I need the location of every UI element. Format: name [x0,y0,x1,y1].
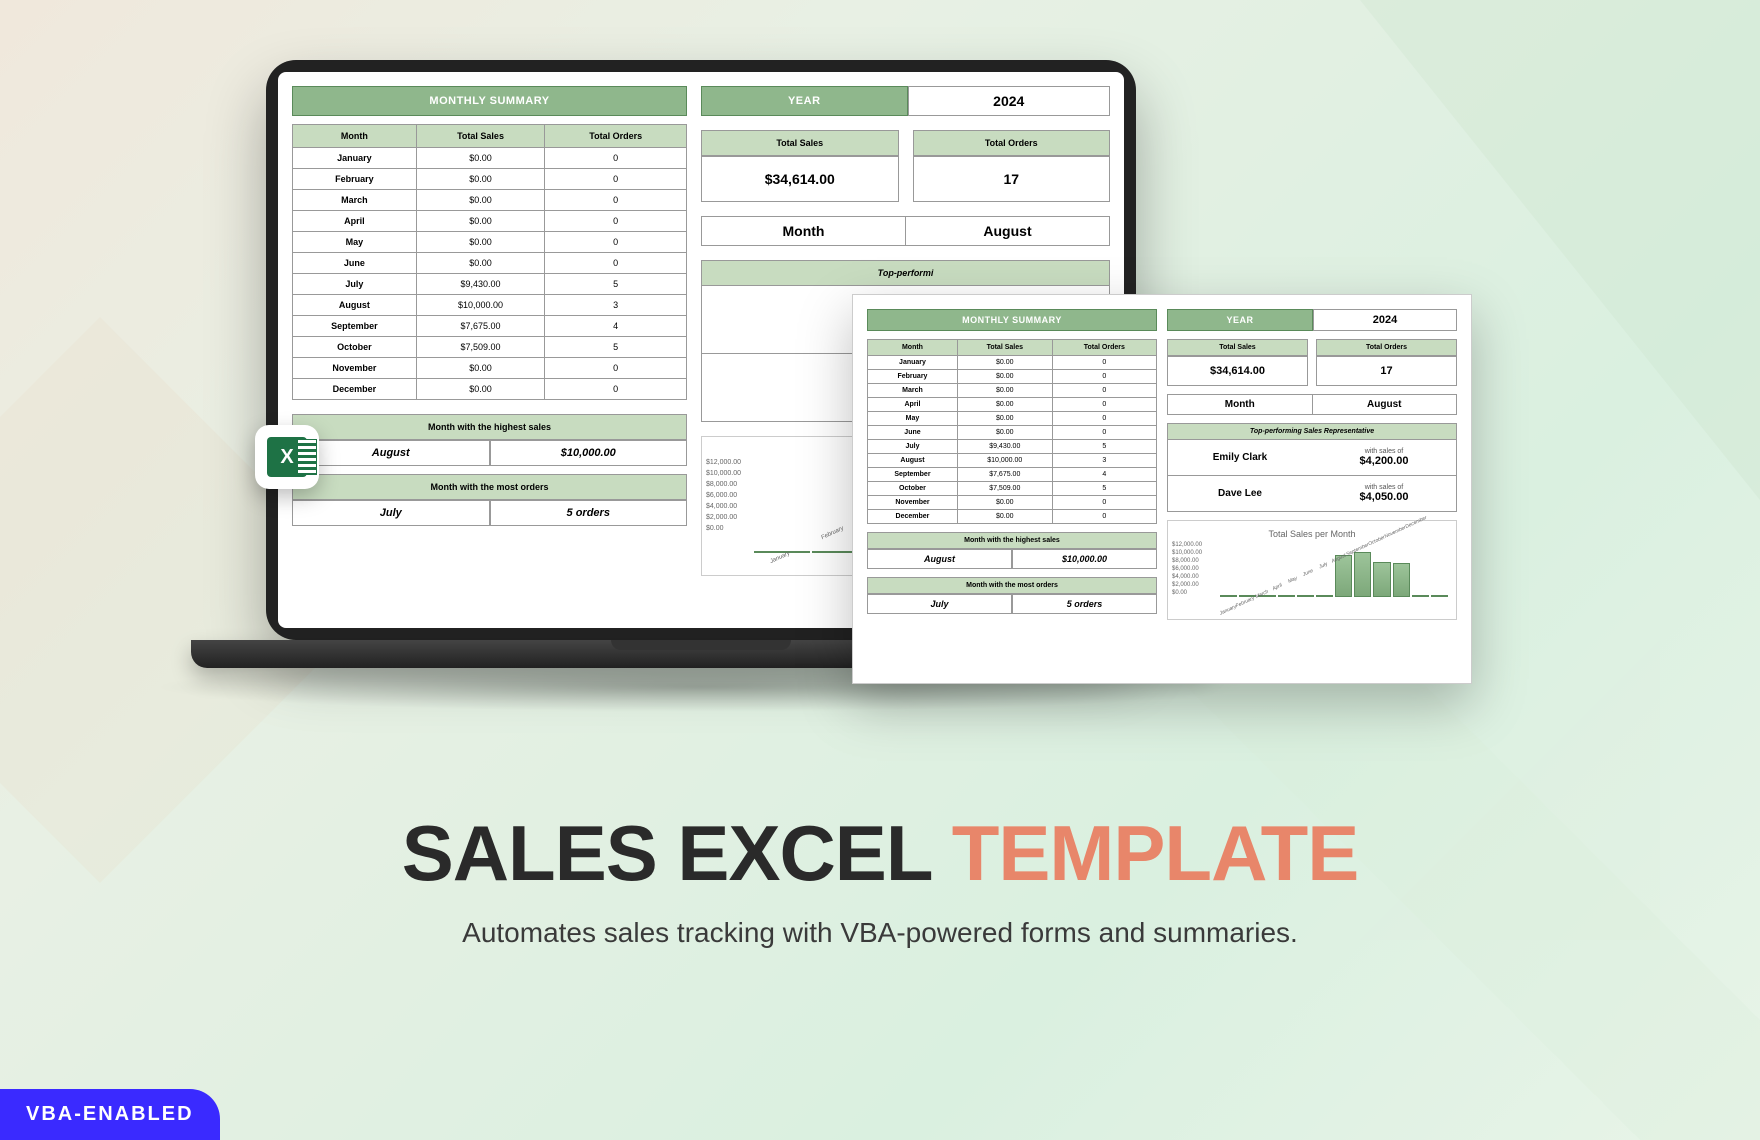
highest-month: August [292,440,490,466]
month-value[interactable]: August [905,217,1109,245]
table-row: December$0.000 [868,510,1157,524]
table-row: November$0.000 [293,358,687,379]
table-row: September$7,675.004 [293,316,687,337]
card-top-rep-header: Top-performing Sales Representative [1167,423,1457,440]
table-row: November$0.000 [868,496,1157,510]
top-rep-header: Top-performi [701,260,1110,286]
col-month: Month [293,125,417,148]
table-row: March$0.000 [868,384,1157,398]
subtitle: Automates sales tracking with VBA-powere… [0,917,1760,949]
highest-sales-label: Month with the highest sales [292,414,687,440]
title-part-2: TEMPLATE [952,809,1359,897]
table-row: September$7,675.004 [868,468,1157,482]
card-sales-chart: Total Sales per Month $12,000.00$10,000.… [1167,520,1457,620]
excel-icon-letter: X [267,437,307,477]
table-row: May$0.000 [868,412,1157,426]
product-title: SALES EXCEL TEMPLATE Automates sales tra… [0,808,1760,949]
table-row: February$0.000 [868,370,1157,384]
card-most-orders-label: Month with the most orders [867,577,1157,594]
table-row: January$0.000 [293,148,687,169]
total-orders-value: 17 [913,156,1111,202]
col-orders: Total Orders [545,125,687,148]
col-sales: Total Sales [416,125,545,148]
table-row: October$7,509.005 [293,337,687,358]
table-row: March$0.000 [293,190,687,211]
floating-card: MONTHLY SUMMARY Month Total Sales Total … [852,294,1472,684]
highest-value: $10,000.00 [490,440,688,466]
vba-enabled-badge: VBA-ENABLED [0,1089,220,1140]
most-orders-month: July [292,500,490,526]
monthly-summary-header: MONTHLY SUMMARY [292,86,687,116]
card-summary-header: MONTHLY SUMMARY [867,309,1157,331]
table-row: July$9,430.005 [293,274,687,295]
table-row: January$0.000 [868,356,1157,370]
most-orders-label: Month with the most orders [292,474,687,500]
year-label: YEAR [701,86,908,116]
table-row: February$0.000 [293,169,687,190]
table-row: July$9,430.005 [868,440,1157,454]
card-summary-table: Month Total Sales Total Orders January$0… [867,339,1157,524]
year-value[interactable]: 2024 [908,86,1111,116]
card-chart-y-axis: $12,000.00$10,000.00$8,000.00$6,000.00$4… [1172,541,1202,597]
table-row: April$0.000 [868,398,1157,412]
title-part-1: SALES EXCEL [402,809,952,897]
most-orders-value: 5 orders [490,500,688,526]
table-row: August$10,000.003 [293,295,687,316]
table-row: August$10,000.003 [868,454,1157,468]
table-row: May$0.000 [293,232,687,253]
month-label: Month [702,217,905,245]
table-row: October$7,509.005 [868,482,1157,496]
table-row: June$0.000 [868,426,1157,440]
card-highest-label: Month with the highest sales [867,532,1157,549]
summary-tbody: January$0.000February$0.000March$0.000Ap… [293,148,687,400]
total-sales-label: Total Sales [701,130,899,156]
excel-app-icon: X [255,425,319,489]
total-orders-label: Total Orders [913,130,1111,156]
table-row: December$0.000 [293,379,687,400]
summary-table: Month Total Sales Total Orders January$0… [292,124,687,400]
total-sales-value: $34,614.00 [701,156,899,202]
table-row: June$0.000 [293,253,687,274]
card-summary-tbody: January$0.000February$0.000March$0.000Ap… [868,356,1157,524]
card-chart-bars [1220,543,1448,597]
chart-y-axis: $12,000.00$10,000.00$8,000.00$6,000.00$4… [706,457,741,534]
table-row: April$0.000 [293,211,687,232]
